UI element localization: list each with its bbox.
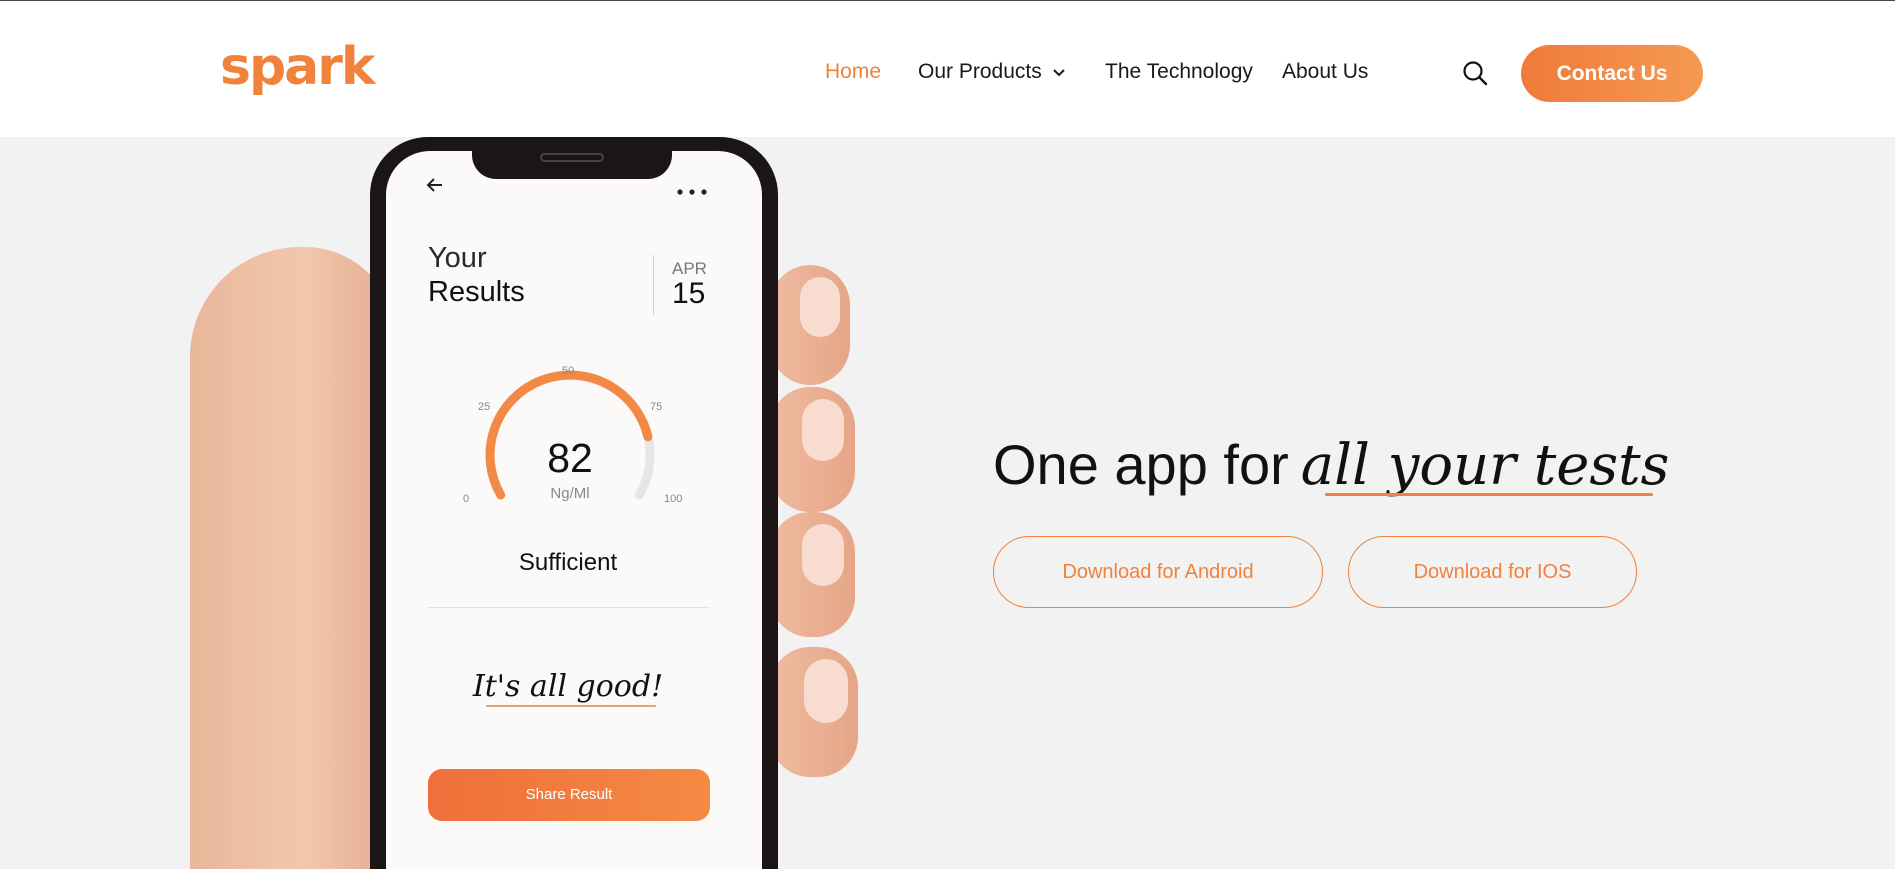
result-score: 82 — [547, 435, 593, 481]
date-day: 15 — [672, 277, 706, 310]
site-header: spark Home Our Products The Technology A… — [0, 1, 1895, 137]
search-icon[interactable] — [1462, 60, 1488, 86]
finger-2 — [770, 387, 855, 512]
hero-heading: One app for all your tests — [993, 432, 1669, 499]
divider — [428, 607, 710, 608]
result-message: It's all good! — [472, 669, 664, 704]
download-ios-button[interactable]: Download for IOS — [1348, 536, 1637, 608]
finger-4 — [770, 647, 858, 777]
results-title: Your Results — [428, 241, 525, 309]
gauge-tick-50: 50 — [562, 365, 575, 377]
hero-heading-script: all your tests — [1300, 433, 1670, 498]
download-android-button[interactable]: Download for Android — [993, 536, 1323, 608]
hand-palm — [190, 247, 395, 869]
nav-our-products[interactable]: Our Products — [918, 59, 1066, 85]
result-status: Sufficient — [518, 549, 618, 576]
gauge-tick-0: 0 — [463, 493, 470, 505]
finger-3 — [770, 512, 855, 637]
date-divider — [653, 255, 654, 315]
nav-about-us[interactable]: About Us — [1282, 59, 1368, 85]
hero-phone-image: Your Results APR 15 0 25 50 75 100 82 Ng… — [0, 137, 900, 869]
hero-heading-underline — [1325, 493, 1653, 496]
phone-speaker — [540, 153, 604, 162]
results-title-line1: Your — [428, 242, 487, 274]
results-title-line2: Results — [428, 276, 525, 308]
back-arrow-icon[interactable] — [424, 174, 446, 196]
message-underline — [486, 705, 656, 707]
contact-us-button[interactable]: Contact Us — [1521, 45, 1703, 102]
result-unit: Ng/Ml — [550, 485, 590, 502]
gauge-tick-25: 25 — [478, 401, 491, 413]
share-result-button[interactable]: Share Result — [428, 769, 710, 821]
chevron-down-icon — [1052, 59, 1066, 85]
gauge-tick-100: 100 — [664, 493, 683, 505]
finger-1 — [770, 265, 850, 385]
more-options-icon[interactable] — [676, 183, 708, 195]
nav-the-technology[interactable]: The Technology — [1105, 59, 1253, 85]
nav-home[interactable]: Home — [825, 59, 881, 85]
nav-our-products-label: Our Products — [918, 60, 1042, 83]
date-month: APR — [672, 259, 707, 278]
gauge-tick-75: 75 — [650, 401, 663, 413]
hero-heading-plain: One app for — [993, 433, 1289, 496]
